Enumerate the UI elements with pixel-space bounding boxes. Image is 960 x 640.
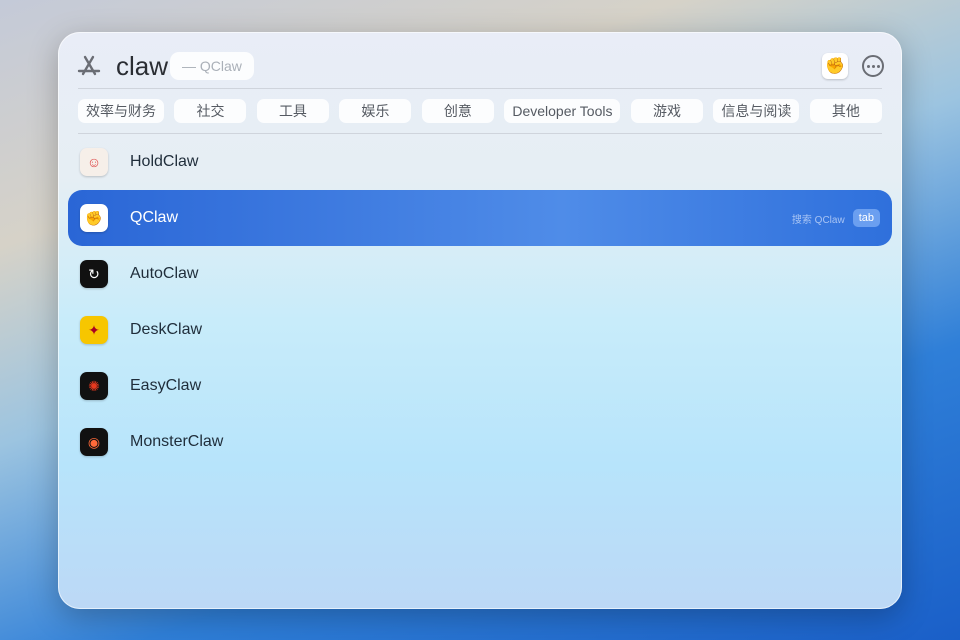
divider [78,88,882,89]
result-name: MonsterClaw [130,433,224,450]
category-chip[interactable]: 工具 [256,99,329,123]
result-item[interactable]: ☺ HoldClaw [68,134,892,190]
search-bar[interactable]: claw — QClaw ✊ [76,44,884,88]
category-chip[interactable]: 游戏 [630,99,703,123]
monsterclaw-icon: ◉ [80,428,108,456]
category-bar: 效率与财务 社交 工具 娱乐 创意 Developer Tools 游戏 信息与… [78,99,882,123]
result-item[interactable]: ✦ DeskClaw [68,302,892,358]
easyclaw-icon: ✺ [80,372,108,400]
results-list: ☺ HoldClaw ✊ QClaw 搜索 QClaw tab ↻ AutoCla… [68,134,892,470]
category-chip[interactable]: 信息与阅读 [713,99,800,123]
result-name: DeskClaw [130,321,203,338]
qclaw-icon: ✊ [80,204,108,232]
qclaw-app-icon[interactable]: ✊ [822,53,848,79]
more-options-icon[interactable] [862,55,884,77]
result-item[interactable]: ✺ EasyClaw [68,358,892,414]
holdclaw-icon: ☺ [80,148,108,176]
category-chip[interactable]: Developer Tools [504,99,621,123]
category-chip[interactable]: 娱乐 [339,99,412,123]
result-item-selected[interactable]: ✊ QClaw 搜索 QClaw tab [68,190,892,246]
result-item[interactable]: ◉ MonsterClaw [68,414,892,470]
spotlight-window: claw — QClaw ✊ 效率与财务 社交 工具 娱乐 创意 Develop… [58,32,902,609]
category-chip[interactable]: 创意 [421,99,494,123]
result-name: AutoClaw [130,265,199,282]
autoclaw-icon: ↻ [80,260,108,288]
result-name: QClaw [130,209,179,226]
result-name: HoldClaw [130,153,199,170]
search-input[interactable]: claw [116,51,168,82]
category-chip[interactable]: 社交 [174,99,247,123]
result-item[interactable]: ↻ AutoClaw [68,246,892,302]
tab-key-badge: tab [852,209,880,227]
search-hint: 搜索 QClaw [791,214,845,226]
category-chip[interactable]: 其他 [809,99,882,123]
search-suggestion[interactable]: — QClaw [170,52,254,80]
category-chip[interactable]: 效率与财务 [78,99,164,123]
deskclaw-icon: ✦ [80,316,108,344]
app-store-icon [77,55,101,76]
result-name: EasyClaw [130,377,202,394]
